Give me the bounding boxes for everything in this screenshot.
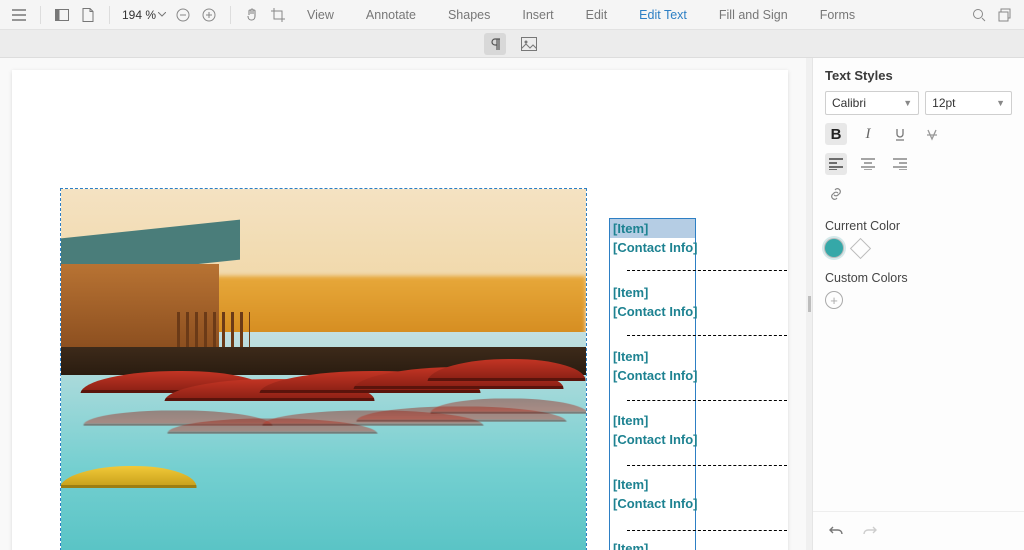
text-edit-frame[interactable]: [Item][Contact Info][Item][Contact Info]… — [609, 218, 696, 550]
selected-image-frame[interactable] — [60, 188, 587, 550]
search-icon[interactable] — [968, 4, 990, 26]
redo-button[interactable] — [859, 520, 881, 542]
zoom-in-icon[interactable] — [198, 4, 220, 26]
tab-annotate[interactable]: Annotate — [352, 0, 430, 29]
tab-insert[interactable]: Insert — [508, 0, 567, 29]
current-color-heading: Current Color — [825, 219, 1012, 233]
contact-info-field[interactable]: [Contact Info] — [610, 302, 695, 321]
separator-line — [627, 530, 787, 531]
lake-canoes-photo — [61, 189, 586, 550]
item-field[interactable]: [Item] — [610, 475, 695, 494]
image-tool-icon[interactable] — [518, 33, 540, 55]
crop-tool-icon[interactable] — [267, 4, 289, 26]
tab-forms[interactable]: Forms — [806, 0, 869, 29]
strikethrough-button[interactable] — [921, 123, 943, 145]
separator-line — [627, 465, 787, 466]
separator-line — [627, 270, 787, 271]
undo-button[interactable] — [825, 520, 847, 542]
italic-button[interactable]: I — [857, 123, 879, 145]
align-left-button[interactable] — [825, 153, 847, 175]
page-icon[interactable] — [77, 4, 99, 26]
tab-edit-text[interactable]: Edit Text — [625, 0, 701, 29]
hand-tool-icon[interactable] — [241, 4, 263, 26]
right-sidebar: Text Styles Calibri▼ 12pt▼ B I — [812, 58, 1024, 550]
separator-line — [627, 335, 787, 336]
font-family-select[interactable]: Calibri▼ — [825, 91, 919, 115]
document-canvas[interactable]: [Item][Contact Info][Item][Contact Info]… — [0, 58, 806, 550]
no-color-swatch[interactable] — [850, 237, 871, 258]
item-field[interactable]: [Item] — [610, 539, 695, 550]
tab-view[interactable]: View — [293, 0, 348, 29]
underline-button[interactable] — [889, 123, 911, 145]
paragraph-tool-icon[interactable] — [484, 33, 506, 55]
item-field[interactable]: [Item] — [610, 283, 695, 302]
document-page: [Item][Contact Info][Item][Contact Info]… — [12, 70, 788, 550]
text-styles-heading: Text Styles — [825, 68, 1012, 83]
zoom-value[interactable]: 194 % — [120, 8, 168, 22]
contact-info-field[interactable]: [Contact Info] — [610, 430, 695, 449]
link-button[interactable] — [825, 183, 847, 205]
custom-colors-heading: Custom Colors — [825, 271, 1012, 285]
contact-info-field[interactable]: [Contact Info] — [610, 238, 695, 257]
item-field[interactable]: [Item] — [610, 411, 695, 430]
separator-line — [627, 400, 787, 401]
item-field[interactable]: [Item] — [610, 219, 695, 238]
tab-shapes[interactable]: Shapes — [434, 0, 504, 29]
current-color-swatch[interactable] — [825, 239, 843, 257]
contact-info-field[interactable]: [Contact Info] — [610, 494, 695, 513]
font-size-select[interactable]: 12pt▼ — [925, 91, 1012, 115]
tab-fill-sign[interactable]: Fill and Sign — [705, 0, 802, 29]
zoom-out-icon[interactable] — [172, 4, 194, 26]
top-toolbar: 194 % View Annotate Shapes Insert Edit E… — [0, 0, 1024, 30]
sub-toolbar — [0, 30, 1024, 58]
hamburger-menu-icon[interactable] — [8, 4, 30, 26]
add-custom-color-button[interactable]: + — [825, 291, 843, 309]
contact-info-field[interactable]: [Contact Info] — [610, 366, 695, 385]
tab-edit[interactable]: Edit — [572, 0, 622, 29]
bold-button[interactable]: B — [825, 123, 847, 145]
windows-icon[interactable] — [994, 4, 1016, 26]
align-center-button[interactable] — [857, 153, 879, 175]
item-field[interactable]: [Item] — [610, 347, 695, 366]
sidebar-toggle-icon[interactable] — [51, 4, 73, 26]
align-right-button[interactable] — [889, 153, 911, 175]
